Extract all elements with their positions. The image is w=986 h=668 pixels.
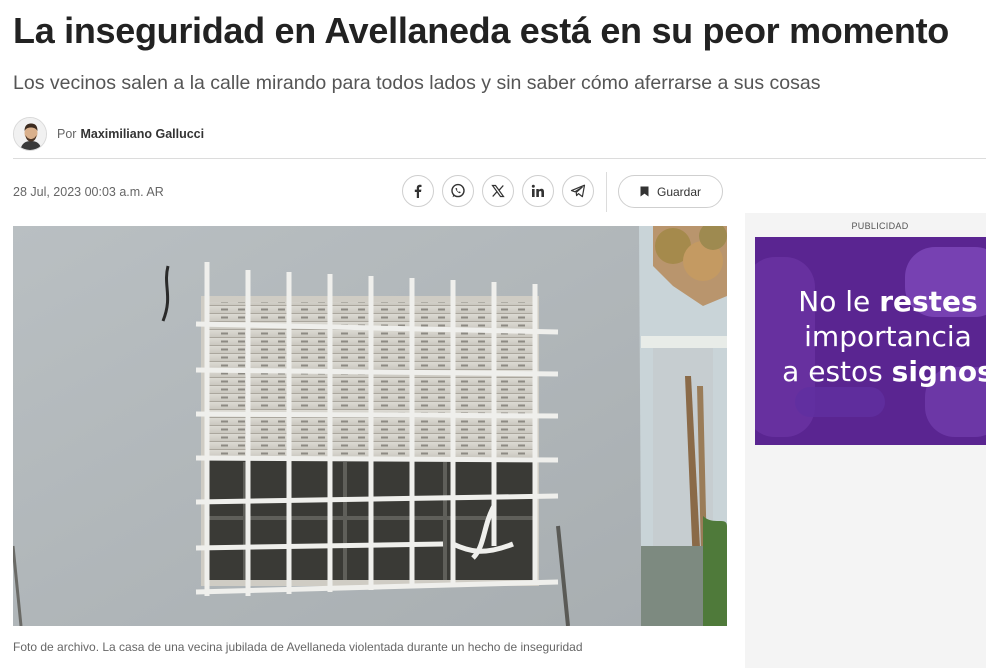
article-photo[interactable] [13,226,727,626]
ad-line-1: No le restes [798,285,978,318]
byline-text: Por Maximiliano Gallucci [57,127,204,141]
share-bar [402,175,594,207]
ad-line-2: importancia [804,320,972,353]
facebook-icon [414,184,422,198]
ad-line-3: a estos signos [782,355,986,388]
toolbar-divider [606,172,607,212]
share-whatsapp-button[interactable] [442,175,474,207]
headline: La inseguridad en Avellaneda está en su … [13,10,949,51]
save-button[interactable]: Guardar [618,175,723,208]
save-button-label: Guardar [656,184,702,199]
linkedin-icon [531,184,544,197]
ad-label: PUBLICIDAD [851,221,909,231]
author-avatar[interactable] [13,117,47,151]
header-divider [13,158,986,159]
x-icon [491,184,505,198]
author-name-link[interactable]: Maximiliano Gallucci [80,127,204,141]
image-caption: Foto de archivo. La casa de una vecina j… [13,640,583,654]
share-linkedin-button[interactable] [522,175,554,207]
subheadline: Los vecinos salen a la calle mirando par… [13,72,821,94]
bookmark-icon [640,186,649,197]
byline-prefix: Por [57,127,77,141]
telegram-icon [570,184,586,198]
ad-headline: No le restes importancia a estos signos [773,284,986,389]
share-telegram-button[interactable] [562,175,594,207]
byline: Por Maximiliano Gallucci [13,116,204,152]
ad-sidebar: PUBLICIDAD No le restes importancia a es… [745,213,986,668]
share-x-button[interactable] [482,175,514,207]
share-facebook-button[interactable] [402,175,434,207]
ad-banner[interactable]: No le restes importancia a estos signos [755,237,986,445]
publish-date: 28 Jul, 2023 00:03 a.m. AR [13,185,164,199]
whatsapp-icon [451,183,465,198]
